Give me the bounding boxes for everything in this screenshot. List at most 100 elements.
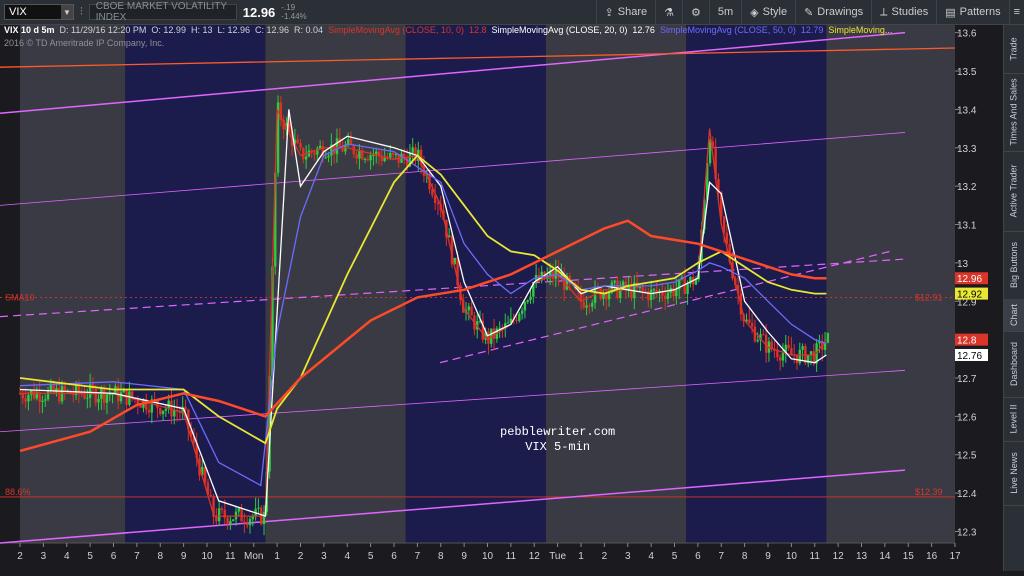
price-tag-label: 12.76 xyxy=(957,351,982,362)
y-tick-label: 13.3 xyxy=(957,144,977,155)
x-tick-label: 11 xyxy=(810,551,821,562)
sma50-label[interactable]: SimpleMovingAvg (CLOSE, 50, 0) xyxy=(660,25,796,37)
x-tick-label: 12 xyxy=(833,551,845,562)
net-change: -.19 xyxy=(281,3,296,12)
candle-body xyxy=(686,283,689,294)
chart-title: VIX 10 d 5m xyxy=(4,25,55,35)
x-tick-label: 6 xyxy=(111,551,117,562)
settings-button[interactable]: ⚙ xyxy=(681,0,709,24)
price-tag-label: 12.96 xyxy=(957,274,982,285)
candle-body xyxy=(220,508,224,510)
chevron-down-icon[interactable]: ▼ xyxy=(61,5,73,19)
x-tick-label: 2 xyxy=(298,551,304,562)
candle-body xyxy=(748,319,751,324)
candle-body xyxy=(750,323,754,327)
sma10-label[interactable]: SimpleMovingAvg (CLOSE, 10, 0) xyxy=(328,25,464,37)
drawings-button[interactable]: ✎ Drawings xyxy=(795,0,871,24)
timeframe-button[interactable]: 5m xyxy=(708,0,741,24)
x-tick-label: 3 xyxy=(625,551,631,562)
rail-tab-trade[interactable]: Trade xyxy=(1004,25,1024,74)
time-axis-bg xyxy=(0,543,1004,571)
sma-more-label[interactable]: SimpleMoving... xyxy=(828,25,892,37)
rail-tab-times-and-sales[interactable]: Times And Sales xyxy=(1004,73,1024,152)
rail-tab-label: Dashboard xyxy=(1009,341,1019,387)
rail-tab-big-buttons[interactable]: Big Buttons xyxy=(1004,231,1024,300)
candle-body xyxy=(21,393,25,399)
rail-tab-live-news[interactable]: Live News xyxy=(1004,441,1024,506)
symbol-selector[interactable]: VIX ▼ xyxy=(4,4,74,20)
gear-icon: ⚙ xyxy=(690,6,701,19)
candle-body xyxy=(30,390,33,396)
candle-body xyxy=(411,147,414,153)
share-button[interactable]: ⇪ Share xyxy=(595,0,656,24)
pencil-icon: ✎ xyxy=(804,6,814,19)
candle-body xyxy=(27,395,30,402)
candle-body xyxy=(108,394,111,396)
candle-body xyxy=(209,494,212,497)
rail-tab-label: Live News xyxy=(1009,452,1020,494)
style-button[interactable]: ◈ Style xyxy=(741,0,795,24)
timeframe-label: 5m xyxy=(717,6,734,18)
style-icon: ◈ xyxy=(750,6,759,19)
y-tick-label: 12.6 xyxy=(957,412,977,423)
candle-body xyxy=(44,399,47,401)
copyright-notice: 2016 © TD Ameritrade IP Company, Inc. xyxy=(4,38,165,48)
candle-body xyxy=(366,158,370,161)
flask-button[interactable]: ⚗ xyxy=(655,0,682,24)
candle-body xyxy=(630,284,633,299)
candle-body xyxy=(826,332,830,343)
rail-tab-chart[interactable]: Chart xyxy=(1004,299,1024,332)
candle-body xyxy=(613,280,616,283)
candle-body xyxy=(492,328,496,339)
studies-button[interactable]: ⟂ Studies xyxy=(871,0,936,24)
sma20-label[interactable]: SimpleMovingAvg (CLOSE, 20, 0) xyxy=(492,25,628,37)
x-tick-label: 6 xyxy=(695,551,701,562)
x-tick-label: 9 xyxy=(765,551,771,562)
candle-body xyxy=(139,405,142,408)
chart-area[interactable]: 13.613.513.413.313.213.11312.912.812.712… xyxy=(0,25,1004,571)
y-tick-label: 12.3 xyxy=(957,527,977,538)
x-tick-label: 13 xyxy=(856,551,868,562)
candle-body xyxy=(582,301,586,308)
flask-icon: ⚗ xyxy=(664,6,674,19)
candle-body xyxy=(147,409,151,413)
rail-tab-level-ii[interactable]: Level II xyxy=(1004,397,1024,442)
candle-body xyxy=(156,400,159,409)
candle-body xyxy=(246,523,249,526)
share-label: Share xyxy=(617,6,648,18)
candle-body xyxy=(184,406,187,410)
fib-left-label: 88.6% xyxy=(5,487,31,497)
share-icon: ⇪ xyxy=(604,6,614,19)
style-label: Style xyxy=(762,6,788,18)
more-button[interactable]: ≡ xyxy=(1008,0,1024,24)
rail-tab-active-trader[interactable]: Active Trader xyxy=(1004,151,1024,232)
candle-body xyxy=(299,142,302,149)
bars-icon[interactable]: ⫶ xyxy=(80,6,83,19)
x-tick-label: 9 xyxy=(181,551,187,562)
price-chart[interactable]: 13.613.513.413.313.213.11312.912.812.712… xyxy=(0,25,1004,571)
candle-body xyxy=(217,508,221,522)
candle-body xyxy=(55,388,58,393)
patterns-button[interactable]: ▤ Patterns xyxy=(936,0,1008,24)
candle-body xyxy=(215,516,218,522)
rail-tab-label: Big Buttons xyxy=(1009,241,1019,289)
candle-body xyxy=(470,306,473,316)
x-tick-label: 7 xyxy=(134,551,140,562)
y-tick-label: 12.7 xyxy=(957,374,977,385)
rail-tab-dashboard[interactable]: Dashboard xyxy=(1004,331,1024,398)
candle-body xyxy=(663,295,667,299)
x-tick-label: 7 xyxy=(718,551,724,562)
candle-body xyxy=(756,340,759,342)
drawings-label: Drawings xyxy=(817,6,864,18)
bar-date: D: 11/29/16 12:20 PM xyxy=(59,25,147,35)
bar-open: O: 12.99 xyxy=(151,25,186,35)
candle-body xyxy=(506,322,510,324)
candle-body xyxy=(58,388,61,402)
candle-body xyxy=(787,344,790,349)
candle-body xyxy=(86,397,89,399)
x-tick-label: 17 xyxy=(949,551,961,562)
x-tick-label: 4 xyxy=(64,551,70,562)
y-tick-label: 13.6 xyxy=(957,29,977,40)
rail-tab-label: Chart xyxy=(1009,303,1020,327)
x-tick-label: 8 xyxy=(438,551,444,562)
